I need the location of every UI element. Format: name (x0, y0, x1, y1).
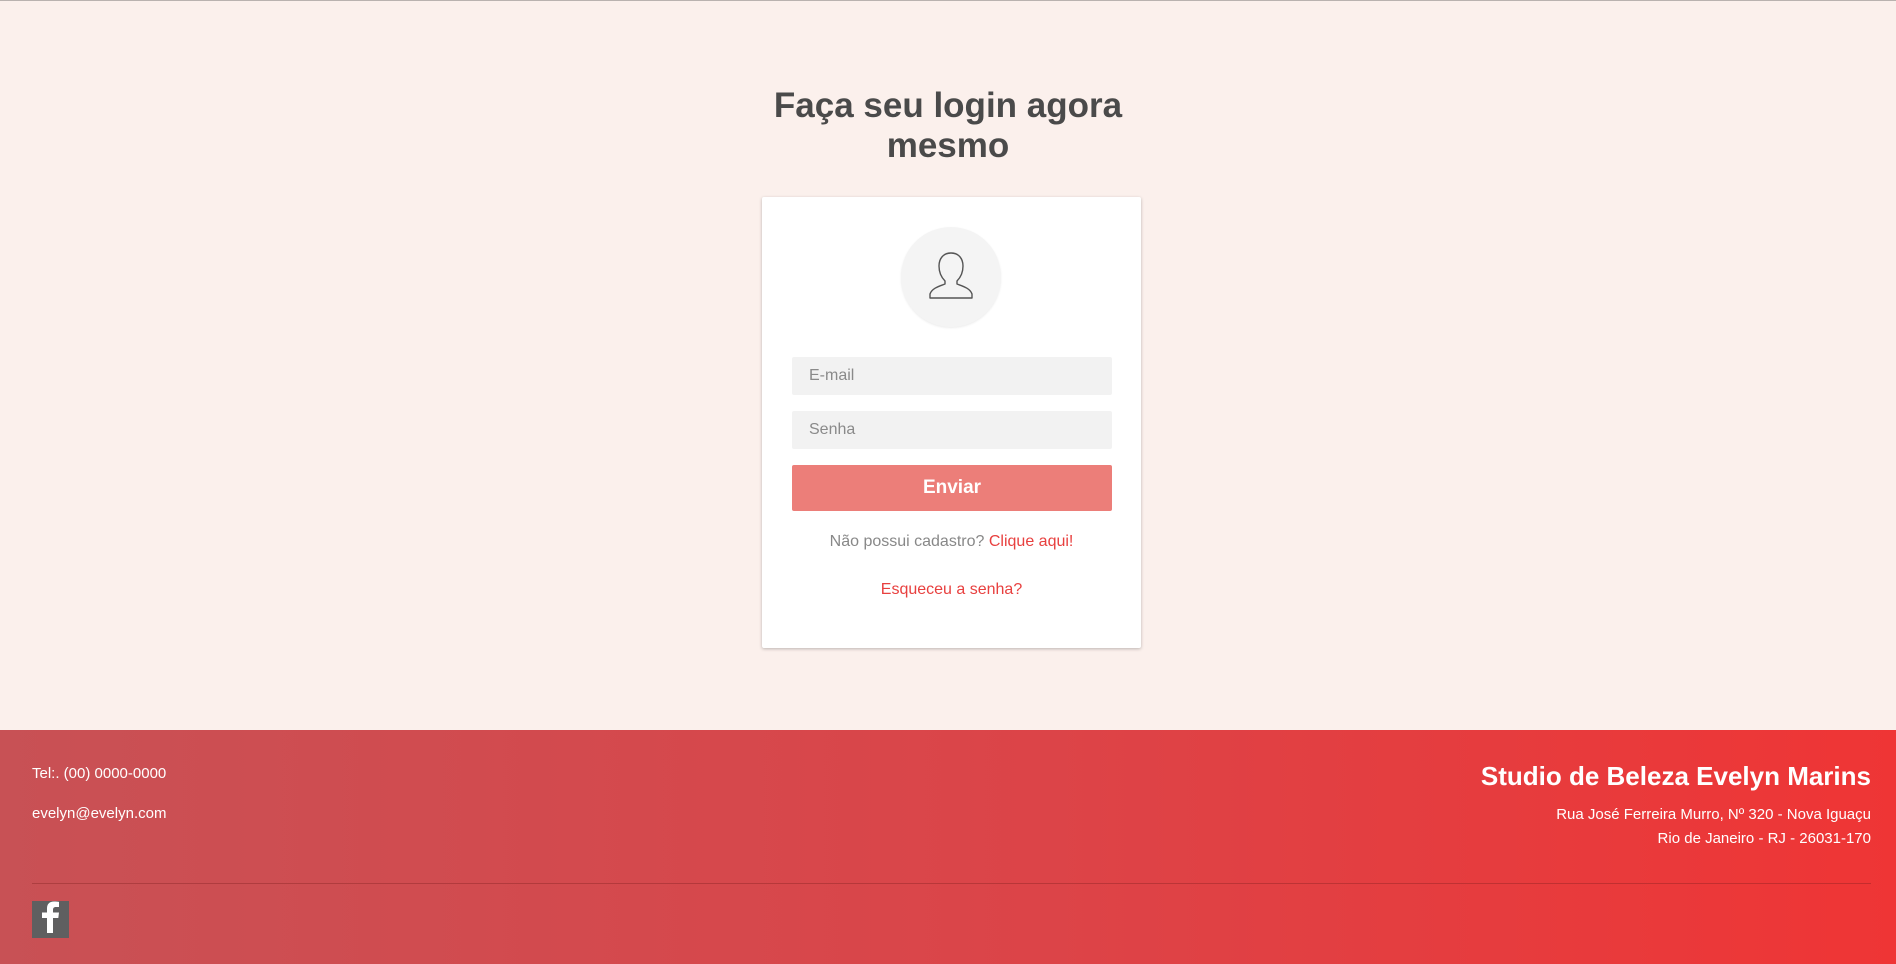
password-field[interactable] (792, 411, 1112, 449)
login-card: Enviar Não possui cadastro? Clique aqui!… (762, 197, 1141, 648)
register-prompt-text: Não possui cadastro? (829, 533, 985, 550)
register-link[interactable]: Clique aqui! (989, 533, 1074, 550)
footer-divider (32, 883, 1871, 884)
register-prompt-row: Não possui cadastro? Clique aqui! (762, 533, 1141, 551)
footer-brand-name: Studio de Beleza Evelyn Marins (1480, 761, 1871, 791)
login-section: Faça seu login agora mesmo Enviar Não po… (0, 0, 1896, 730)
submit-button[interactable]: Enviar (792, 465, 1112, 511)
facebook-link[interactable] (32, 901, 69, 938)
forgot-password-row: Esqueceu a senha? (762, 581, 1141, 599)
facebook-icon (40, 901, 62, 938)
footer: Tel:. (00) 0000-0000 evelyn@evelyn.com S… (0, 730, 1896, 964)
avatar (901, 227, 1001, 327)
footer-phone: Tel:. (00) 0000-0000 (32, 765, 167, 782)
user-silhouette-icon (923, 247, 979, 308)
footer-email: evelyn@evelyn.com (32, 805, 167, 822)
footer-address-line1: Rua José Ferreira Murro, Nº 320 - Nova I… (1556, 806, 1871, 823)
footer-address-line2: Rio de Janeiro - RJ - 26031-170 (1657, 830, 1871, 847)
email-field[interactable] (792, 357, 1112, 395)
page-title: Faça seu login agora mesmo (773, 86, 1123, 165)
forgot-password-link[interactable]: Esqueceu a senha? (881, 581, 1022, 598)
